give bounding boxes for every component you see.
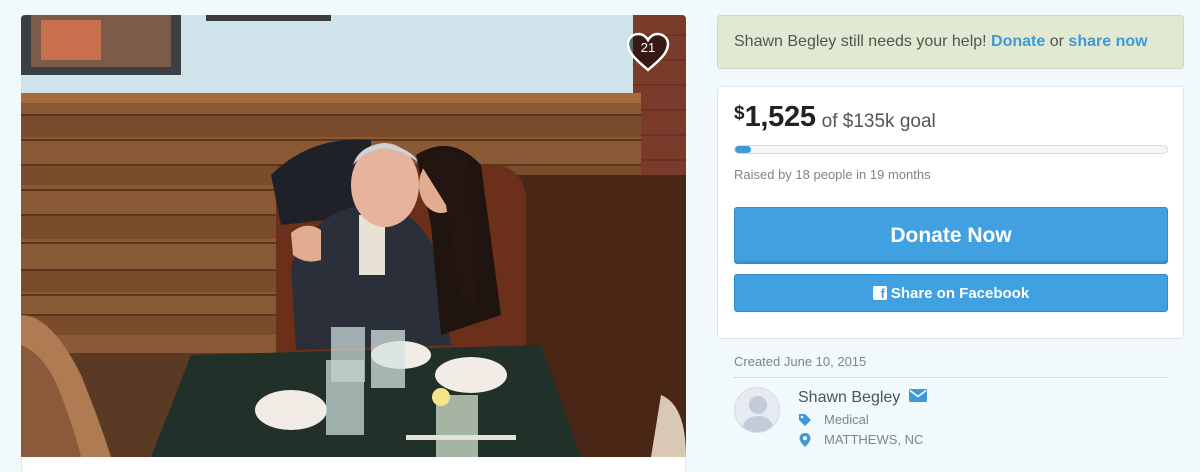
progress-fill: [735, 146, 751, 153]
share-now-link[interactable]: share now: [1068, 33, 1147, 51]
or-text: or: [1049, 33, 1064, 50]
share-facebook-button[interactable]: f Share on Facebook: [734, 274, 1168, 312]
donate-now-button[interactable]: Donate Now: [734, 207, 1168, 264]
location-row: MATTHEWS, NC: [798, 432, 923, 447]
share-facebook-label: Share on Facebook: [890, 284, 1030, 302]
progress-bar: [734, 145, 1168, 154]
raised-amount: 1,525: [744, 101, 816, 133]
tag-icon: [798, 413, 812, 427]
category-row: Medical: [798, 412, 869, 427]
amount-row: $ 1,525 of $135k goal: [734, 101, 936, 134]
created-date: Created June 10, 2015: [734, 354, 867, 369]
organizer-name-row: Shawn Begley: [798, 389, 928, 407]
heart-count: 21: [640, 40, 656, 55]
divider: [734, 377, 1168, 378]
avatar-placeholder-icon[interactable]: [734, 387, 780, 433]
location-label: MATTHEWS, NC: [824, 432, 924, 447]
raised-by-text: Raised by 18 people in 19 months: [734, 167, 931, 182]
organizer-name[interactable]: Shawn Begley: [798, 389, 900, 407]
mail-icon[interactable]: [909, 389, 928, 407]
currency-symbol: $: [734, 103, 745, 124]
goal-text: of $135k goal: [821, 111, 936, 132]
photo-caption-strip: [21, 457, 686, 472]
location-pin-icon: [798, 432, 812, 447]
donate-link[interactable]: Donate: [991, 33, 1045, 51]
help-banner: Shawn Begley still needs your help! Dona…: [717, 15, 1184, 69]
help-banner-text: Shawn Begley still needs your help!: [734, 33, 987, 50]
campaign-page: 21 Shawn Begley still needs your help! D…: [0, 0, 1200, 472]
campaign-photo: [21, 15, 686, 457]
category-label[interactable]: Medical: [824, 412, 869, 427]
favorite-button[interactable]: 21: [625, 31, 671, 73]
donation-card: $ 1,525 of $135k goal Raised by 18 peopl…: [717, 86, 1184, 339]
facebook-icon: f: [872, 286, 887, 300]
